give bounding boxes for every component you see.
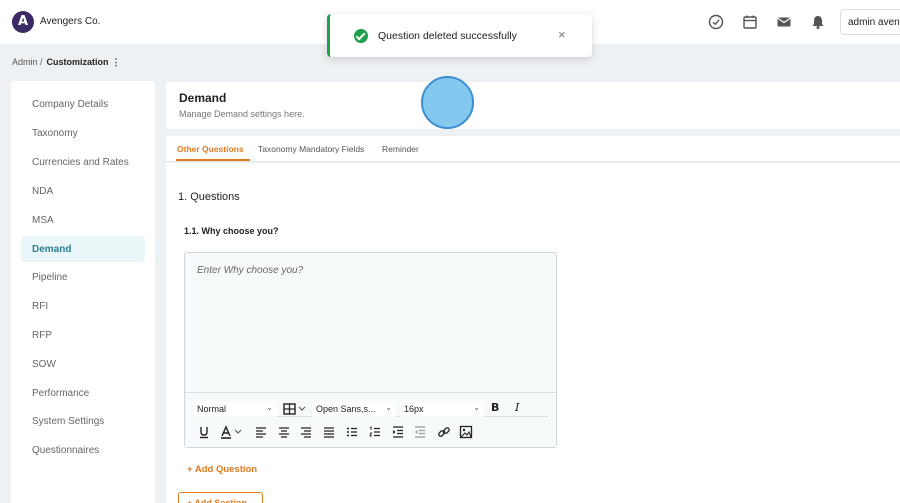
editor-toolbar: Normal ⌄ Open Sans,s... ⌄ 16px ⌄ B I bbox=[185, 392, 556, 447]
breadcrumb-root[interactable]: Admin / bbox=[12, 57, 43, 67]
brand-name: Avengers Co. bbox=[40, 16, 101, 27]
sidebar-item-taxonomy[interactable]: Taxonomy bbox=[21, 120, 145, 146]
sidebar-item-sow[interactable]: SOW bbox=[21, 351, 145, 377]
sidebar-item-demand[interactable]: Demand bbox=[21, 236, 145, 262]
sidebar-item-nda[interactable]: NDA bbox=[21, 178, 145, 204]
bell-icon[interactable] bbox=[809, 13, 827, 31]
font-size-select[interactable]: 16px ⌄ bbox=[400, 401, 484, 417]
page-header: Demand Manage Demand settings here. bbox=[166, 82, 900, 129]
sidebar-item-rfi[interactable]: RFI bbox=[21, 293, 145, 319]
breadcrumb-current: Customization bbox=[46, 57, 109, 67]
sidebar-item-company-details[interactable]: Company Details bbox=[21, 91, 145, 117]
more-options-icon[interactable]: ⋮ bbox=[112, 57, 121, 67]
tab-other-questions[interactable]: Other Questions bbox=[177, 144, 244, 154]
align-right-icon[interactable] bbox=[299, 425, 313, 439]
page-title: Demand bbox=[179, 91, 227, 105]
question-label: 1.1. Why choose you? bbox=[184, 226, 279, 236]
outdent-icon[interactable] bbox=[413, 425, 427, 439]
align-left-icon[interactable] bbox=[254, 425, 268, 439]
section-title: 1. Questions bbox=[178, 191, 240, 203]
mail-icon[interactable] bbox=[775, 13, 793, 31]
underline-icon[interactable] bbox=[197, 425, 211, 439]
sidebar-item-msa[interactable]: MSA bbox=[21, 207, 145, 233]
sidebar: Company Details Taxonomy Currencies and … bbox=[11, 81, 155, 503]
bullet-list-icon[interactable] bbox=[345, 425, 359, 439]
bold-icon[interactable]: B bbox=[491, 401, 499, 415]
calendar-icon[interactable] bbox=[741, 13, 759, 31]
chevron-down-icon: ⌄ bbox=[473, 403, 480, 412]
numbered-list-icon[interactable] bbox=[368, 425, 382, 439]
sidebar-item-pipeline[interactable]: Pipeline bbox=[21, 264, 145, 290]
success-check-icon bbox=[354, 29, 368, 43]
sidebar-item-system-settings[interactable]: System Settings bbox=[21, 408, 145, 434]
editor-placeholder: Enter Why choose you? bbox=[197, 265, 304, 276]
align-center-icon[interactable] bbox=[277, 425, 291, 439]
success-toast: Question deleted successfully × bbox=[327, 14, 592, 57]
font-size-value: 16px bbox=[404, 404, 424, 414]
sidebar-item-performance[interactable]: Performance bbox=[21, 380, 145, 406]
add-question-button[interactable]: + Add Question bbox=[187, 464, 257, 475]
indent-icon[interactable] bbox=[391, 425, 405, 439]
active-tab-indicator bbox=[176, 159, 250, 161]
font-select[interactable]: Open Sans,s... ⌄ bbox=[312, 401, 396, 417]
font-value: Open Sans,s... bbox=[316, 404, 376, 414]
italic-icon[interactable]: I bbox=[515, 401, 519, 415]
chevron-down-icon: ⌄ bbox=[385, 403, 392, 412]
toolbar-row-2 bbox=[193, 425, 548, 441]
sidebar-item-currencies-and-rates[interactable]: Currencies and Rates bbox=[21, 149, 145, 175]
tab-taxonomy-mandatory-fields[interactable]: Taxonomy Mandatory Fields bbox=[258, 144, 364, 154]
user-name: admin avengers bbox=[848, 17, 900, 28]
image-icon[interactable] bbox=[459, 425, 473, 439]
chevron-down-icon: ⌄ bbox=[266, 403, 273, 412]
breadcrumb: Admin / Customization ⋮ bbox=[12, 57, 121, 68]
tab-reminder[interactable]: Reminder bbox=[382, 144, 419, 154]
rich-text-editor[interactable]: Enter Why choose you? Normal ⌄ Open Sans… bbox=[184, 252, 557, 448]
company-logo[interactable]: A bbox=[12, 11, 34, 33]
toast-message: Question deleted successfully bbox=[378, 30, 517, 42]
tab-bar: Other Questions Taxonomy Mandatory Field… bbox=[166, 136, 900, 162]
logo-letter: A bbox=[18, 14, 29, 29]
toolbar-row-1: Normal ⌄ Open Sans,s... ⌄ 16px ⌄ B I bbox=[193, 401, 548, 417]
table-icon[interactable] bbox=[283, 402, 309, 416]
check-circle-icon[interactable] bbox=[707, 13, 725, 31]
link-icon[interactable] bbox=[437, 425, 451, 439]
text-color-icon[interactable] bbox=[219, 425, 243, 439]
format-select[interactable]: Normal ⌄ bbox=[193, 401, 277, 417]
format-value: Normal bbox=[197, 404, 227, 414]
add-section-button[interactable]: + Add Section bbox=[178, 492, 263, 503]
sidebar-item-rfp[interactable]: RFP bbox=[21, 322, 145, 348]
align-justify-icon[interactable] bbox=[322, 425, 336, 439]
close-icon[interactable]: × bbox=[558, 27, 566, 42]
user-menu[interactable]: admin avengers bbox=[840, 9, 900, 35]
sidebar-item-questionnaires[interactable]: Questionnaires bbox=[21, 437, 145, 463]
cursor-indicator bbox=[421, 76, 474, 129]
page-subtitle: Manage Demand settings here. bbox=[179, 109, 305, 119]
